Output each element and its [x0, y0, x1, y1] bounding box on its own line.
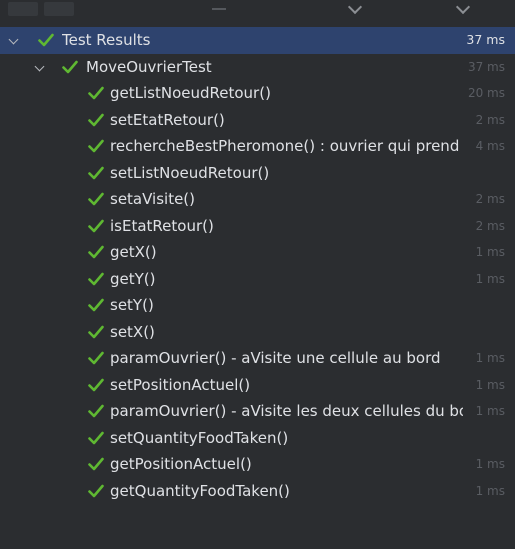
test-case-item[interactable]: getPositionActuel() 1 ms: [0, 451, 515, 478]
duration-label: 2 ms: [475, 192, 505, 206]
duration-label: 37 ms: [466, 32, 505, 47]
tree-item-label: setPositionActuel(): [110, 375, 251, 394]
tree-item-label: isEtatRetour(): [110, 216, 214, 235]
test-tree-root[interactable]: Test Results 37 ms: [0, 27, 515, 54]
test-case-item[interactable]: isEtatRetour() 2 ms: [0, 213, 515, 240]
duration-label: 1 ms: [475, 245, 505, 259]
check-icon: [88, 319, 106, 345]
duration-label: 37 ms: [467, 59, 505, 74]
tree-item-label: paramOuvrier() - aVisite une cellule au …: [110, 349, 441, 367]
toolbar: [0, 0, 515, 26]
check-icon: [62, 54, 80, 80]
check-icon: [88, 239, 106, 265]
tree-item-label: getListNoeudRetour(): [110, 84, 271, 102]
tree-item-label: Test Results: [62, 31, 151, 49]
duration-label: 2 ms: [475, 218, 505, 233]
tree-item-label: setQuantityFoodTaken(): [110, 428, 289, 447]
test-case-item[interactable]: setY(): [0, 292, 515, 319]
chevron-down-icon[interactable]: [34, 61, 45, 71]
duration-label: 1 ms: [475, 377, 505, 392]
tree-item-label: getPositionActuel(): [110, 455, 252, 473]
toolbar-button[interactable]: [44, 2, 74, 16]
panel-footer: [0, 537, 515, 549]
chevron-down-icon[interactable]: [347, 0, 363, 15]
tree-item-label: getX(): [110, 243, 157, 261]
check-icon: [88, 133, 106, 159]
tree-item-label: setListNoeudRetour(): [110, 163, 270, 182]
tree-item-label: MoveOuvrierTest: [86, 57, 212, 76]
duration-label: 20 ms: [467, 86, 505, 100]
test-case-item[interactable]: getListNoeudRetour() 20 ms: [0, 80, 515, 107]
test-case-item[interactable]: getQuantityFoodTaken() 1 ms: [0, 478, 515, 505]
check-icon: [88, 107, 106, 133]
tree-item-label: setX(): [110, 322, 155, 341]
check-icon: [38, 27, 56, 53]
duration-label: 1 ms: [475, 483, 505, 498]
test-case-item[interactable]: getX() 1 ms: [0, 239, 515, 266]
check-icon: [88, 266, 106, 292]
test-case-item[interactable]: setListNoeudRetour(): [0, 160, 515, 187]
tree-item-label: getQuantityFoodTaken(): [110, 481, 290, 500]
duration-label: 2 ms: [475, 112, 505, 127]
check-icon: [88, 186, 106, 212]
check-icon: [88, 160, 106, 186]
test-case-item[interactable]: setEtatRetour() 2 ms: [0, 107, 515, 134]
check-icon: [88, 372, 106, 398]
test-suite-item[interactable]: MoveOuvrierTest 37 ms: [0, 54, 515, 81]
test-case-item[interactable]: paramOuvrier() - aVisite une cellule au …: [0, 345, 515, 372]
check-icon: [88, 292, 106, 318]
test-case-item[interactable]: setPositionActuel() 1 ms: [0, 372, 515, 399]
check-icon: [88, 425, 106, 451]
check-icon: [88, 478, 106, 504]
test-case-item[interactable]: setX(): [0, 319, 515, 346]
chevron-down-icon[interactable]: [8, 34, 19, 45]
tree-item-label: setEtatRetour(): [110, 110, 225, 129]
check-icon: [88, 345, 106, 371]
tree-item-label: setY(): [110, 296, 154, 314]
test-case-item[interactable]: getY() 1 ms: [0, 266, 515, 293]
duration-label: 4 ms: [475, 139, 505, 153]
duration-label: 1 ms: [475, 404, 505, 418]
toolbar-button[interactable]: [8, 2, 38, 16]
tree-item-label: rechercheBestPheromone() : ouvrier qui p…: [110, 137, 463, 155]
check-icon: [88, 80, 106, 106]
test-results-panel: Test Results 37 ms MoveOuvrierTest 37 ms…: [0, 0, 515, 549]
test-case-item[interactable]: setQuantityFoodTaken(): [0, 425, 515, 452]
chevron-down-icon[interactable]: [455, 0, 471, 15]
test-case-item[interactable]: setaVisite() 2 ms: [0, 186, 515, 213]
test-case-item[interactable]: rechercheBestPheromone() : ouvrier qui p…: [0, 133, 515, 160]
duration-label: 1 ms: [475, 351, 505, 365]
test-case-item[interactable]: paramOuvrier() - aVisite les deux cellul…: [0, 398, 515, 425]
check-icon: [88, 398, 106, 424]
duration-label: 1 ms: [475, 457, 505, 471]
toolbar-separator: [212, 8, 226, 10]
tree-item-label: paramOuvrier() - aVisite les deux cellul…: [110, 402, 463, 420]
check-icon: [88, 451, 106, 477]
test-tree: Test Results 37 ms MoveOuvrierTest 37 ms…: [0, 27, 515, 504]
tree-item-label: setaVisite(): [110, 190, 196, 208]
duration-label: 1 ms: [475, 271, 505, 286]
tree-item-label: getY(): [110, 269, 156, 288]
check-icon: [88, 213, 106, 239]
